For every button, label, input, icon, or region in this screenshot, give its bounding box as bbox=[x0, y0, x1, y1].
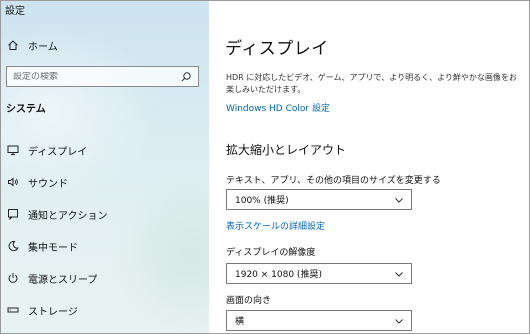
sidebar-item-home[interactable]: ホーム bbox=[1, 33, 209, 57]
speaker-icon bbox=[7, 176, 19, 188]
orientation-dropdown[interactable]: 横 bbox=[226, 310, 412, 331]
storage-icon bbox=[7, 304, 19, 316]
scale-dropdown[interactable]: 100% (推奨) bbox=[226, 189, 412, 210]
sidebar-item-label: ディスプレイ bbox=[28, 146, 88, 158]
sidebar-nav: ディスプレイ サウンド 通知とアクション 集中モード 電源とスリープ ストレージ bbox=[1, 134, 209, 326]
sidebar-item-display[interactable]: ディスプレイ bbox=[1, 134, 209, 166]
scale-layout-heading: 拡大縮小とレイアウト bbox=[226, 143, 347, 157]
sidebar-item-storage[interactable]: ストレージ bbox=[1, 294, 209, 326]
sidebar-section-title: システム bbox=[6, 104, 46, 115]
sidebar-item-focus-assist[interactable]: 集中モード bbox=[1, 230, 209, 262]
notification-icon bbox=[7, 208, 19, 220]
resolution-dropdown[interactable]: 1920 × 1080 (推奨) bbox=[226, 263, 412, 284]
sidebar-item-power-sleep[interactable]: 電源とスリープ bbox=[1, 262, 209, 294]
monitor-icon bbox=[7, 144, 19, 156]
orientation-dropdown-value: 横 bbox=[235, 317, 245, 327]
sidebar-item-notifications[interactable]: 通知とアクション bbox=[1, 198, 209, 230]
app-title: 設定 bbox=[5, 6, 25, 17]
sidebar-item-label: ストレージ bbox=[28, 306, 78, 318]
advanced-scale-link[interactable]: 表示スケールの詳細設定 bbox=[226, 219, 325, 232]
resolution-label: ディスプレイの解像度 bbox=[226, 248, 316, 258]
power-icon bbox=[7, 272, 19, 284]
main-content: ディスプレイ HDR に対応したビデオ、ゲーム、アプリで、より明るく、より鮮やか… bbox=[209, 1, 529, 333]
settings-window: 設定 ホーム システム ディスプレイ bbox=[0, 0, 530, 334]
search-box[interactable] bbox=[6, 66, 199, 87]
sidebar-item-label: サウンド bbox=[28, 178, 68, 190]
resolution-dropdown-value: 1920 × 1080 (推奨) bbox=[235, 270, 322, 280]
hd-color-settings-link[interactable]: Windows HD Color 設定 bbox=[226, 101, 330, 114]
chevron-down-icon bbox=[394, 316, 404, 326]
sidebar-item-label: 集中モード bbox=[28, 242, 78, 254]
orientation-label: 画面の向き bbox=[226, 296, 272, 306]
sidebar-item-label: 通知とアクション bbox=[28, 210, 108, 222]
sidebar-item-label: 電源とスリープ bbox=[28, 274, 98, 286]
chevron-down-icon bbox=[394, 195, 404, 205]
scale-dropdown-value: 100% (推奨) bbox=[235, 196, 289, 206]
sidebar-item-sound[interactable]: サウンド bbox=[1, 166, 209, 198]
moon-icon bbox=[7, 240, 19, 252]
chevron-down-icon bbox=[394, 269, 404, 279]
home-icon bbox=[7, 39, 19, 51]
search-icon[interactable] bbox=[180, 71, 192, 83]
sidebar: 設定 ホーム システム ディスプレイ bbox=[1, 1, 209, 333]
hdr-description: HDR に対応したビデオ、ゲーム、アプリで、より明るく、より鮮やかな画像をお楽し… bbox=[226, 73, 517, 94]
sidebar-item-label: ホーム bbox=[28, 41, 58, 53]
search-input[interactable] bbox=[13, 71, 180, 82]
scale-label: テキスト、アプリ、その他の項目のサイズを変更する bbox=[226, 176, 441, 186]
page-title: ディスプレイ bbox=[225, 39, 329, 59]
